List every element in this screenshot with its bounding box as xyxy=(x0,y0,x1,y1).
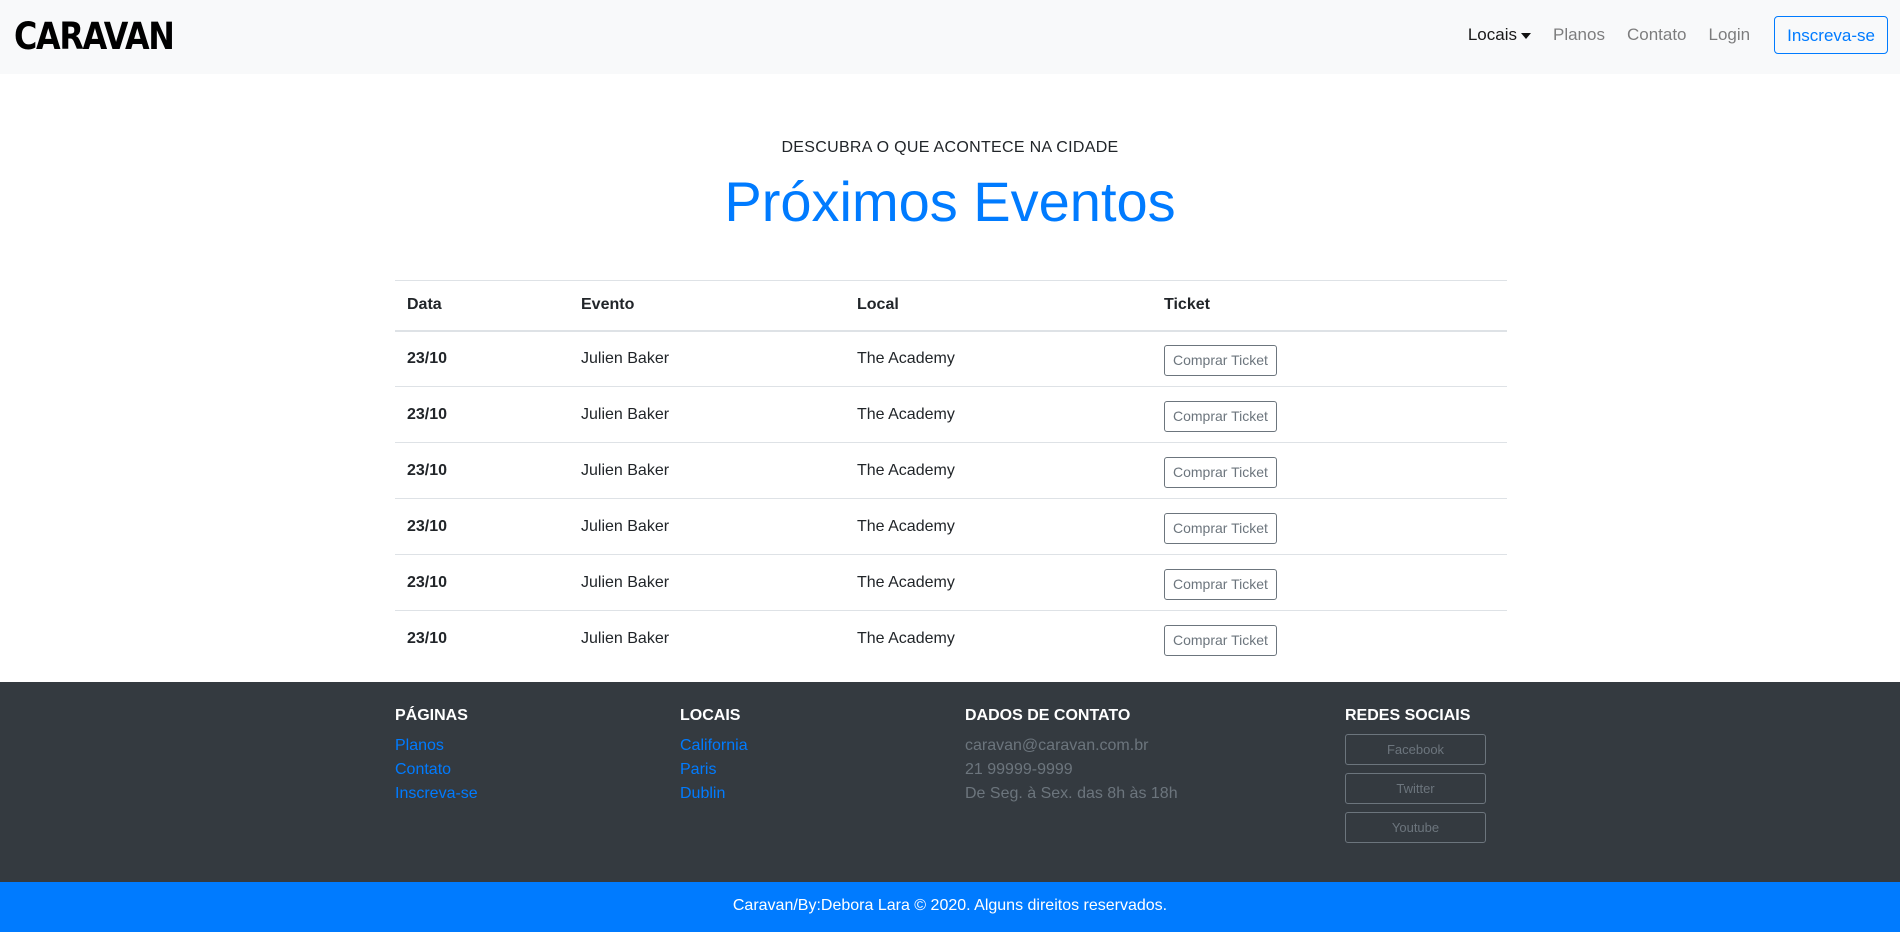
nav-login[interactable]: Login xyxy=(1709,25,1751,45)
brand-logo[interactable]: CARAVAN xyxy=(14,14,175,60)
event-ticket-cell: Comprar Ticket xyxy=(1152,386,1507,443)
header-ticket: Ticket xyxy=(1152,280,1507,332)
footer-link-paris[interactable]: Paris xyxy=(680,758,748,782)
event-ticket-cell: Comprar Ticket xyxy=(1152,611,1507,667)
footer-phone: 21 99999-9999 xyxy=(965,761,1073,778)
event-venue: The Academy xyxy=(845,330,1152,387)
event-venue: The Academy xyxy=(845,386,1152,443)
event-date: 23/10 xyxy=(395,442,569,499)
table-row: 23/10 Julien Baker The Academy Comprar T… xyxy=(395,498,1507,555)
buy-ticket-button[interactable]: Comprar Ticket xyxy=(1164,457,1277,488)
twitter-button[interactable]: Twitter xyxy=(1345,773,1486,804)
table-header: Data Evento Local Ticket xyxy=(395,280,1507,332)
table-header-row: Data Evento Local Ticket xyxy=(395,280,1507,332)
table-row: 23/10 Julien Baker The Academy Comprar T… xyxy=(395,386,1507,443)
event-name: Julien Baker xyxy=(569,386,845,443)
footer-locais-heading: LOCAIS xyxy=(680,707,741,724)
event-name: Julien Baker xyxy=(569,498,845,555)
nav-contato[interactable]: Contato xyxy=(1627,25,1687,45)
caret-down-icon xyxy=(1520,33,1531,39)
event-venue: The Academy xyxy=(845,442,1152,499)
header-data: Data xyxy=(395,280,569,332)
nav-locais-label: Locais xyxy=(1467,25,1517,44)
buy-ticket-button[interactable]: Comprar Ticket xyxy=(1164,401,1277,432)
hero-subtitle: DESCUBRA O QUE ACONTECE NA CIDADE xyxy=(781,139,1119,156)
event-date: 23/10 xyxy=(395,554,569,611)
footer-redes: REDES SOCIAIS Facebook Twitter Youtube xyxy=(1345,706,1486,851)
footer-email: caravan@caravan.com.br xyxy=(965,737,1149,754)
signup-button[interactable]: Inscreva-se xyxy=(1774,16,1888,54)
event-date: 23/10 xyxy=(395,498,569,555)
footer-link-inscreva-se[interactable]: Inscreva-se xyxy=(395,782,478,806)
footer-contato-heading: DADOS DE CONTATO xyxy=(965,707,1131,724)
event-name: Julien Baker xyxy=(569,442,845,499)
event-name: Julien Baker xyxy=(569,554,845,611)
buy-ticket-button[interactable]: Comprar Ticket xyxy=(1164,625,1277,657)
footer-link-contato[interactable]: Contato xyxy=(395,758,478,782)
header-local: Local xyxy=(845,280,1152,332)
facebook-button[interactable]: Facebook xyxy=(1345,734,1486,765)
event-venue: The Academy xyxy=(845,498,1152,555)
event-ticket-cell: Comprar Ticket xyxy=(1152,442,1507,499)
event-venue: The Academy xyxy=(845,554,1152,611)
table-row: 23/10 Julien Baker The Academy Comprar T… xyxy=(395,611,1507,667)
table-row: 23/10 Julien Baker The Academy Comprar T… xyxy=(395,442,1507,499)
events-table-container: Data Evento Local Ticket 23/10 Julien Ba… xyxy=(395,280,1507,667)
page-title: Próximos Eventos xyxy=(724,170,1176,233)
footer-paginas: PÁGINAS Planos Contato Inscreva-se xyxy=(395,706,478,806)
footer-link-california[interactable]: California xyxy=(680,734,748,758)
youtube-button[interactable]: Youtube xyxy=(1345,812,1486,843)
event-date: 23/10 xyxy=(407,629,448,647)
table-row: 23/10 Julien Baker The Academy Comprar T… xyxy=(395,554,1507,611)
footer: PÁGINAS Planos Contato Inscreva-se LOCAI… xyxy=(0,682,1900,882)
event-venue: The Academy xyxy=(857,629,955,647)
footer-paginas-heading: PÁGINAS xyxy=(395,707,468,724)
footer-redes-heading: REDES SOCIAIS xyxy=(1345,707,1471,724)
footer-contato: DADOS DE CONTATO caravan@caravan.com.br … xyxy=(965,706,1178,806)
header-evento: Evento xyxy=(569,280,845,332)
nav-locais-dropdown[interactable]: Locais xyxy=(1468,25,1531,45)
event-name: Julien Baker xyxy=(569,330,845,387)
buy-ticket-button[interactable]: Comprar Ticket xyxy=(1164,569,1277,600)
navbar: CARAVAN Locais Planos Contato Login Insc… xyxy=(0,0,1900,74)
event-date: 23/10 xyxy=(395,330,569,387)
nav-menu: Locais Planos Contato Login Inscreva-se xyxy=(1446,16,1888,54)
events-table: Data Evento Local Ticket 23/10 Julien Ba… xyxy=(395,280,1507,667)
footer-link-planos[interactable]: Planos xyxy=(395,734,478,758)
footer-link-dublin[interactable]: Dublin xyxy=(680,782,748,806)
nav-planos[interactable]: Planos xyxy=(1553,25,1605,45)
copyright-bar: Caravan/By:Debora Lara © 2020. Alguns di… xyxy=(0,882,1900,932)
table-row: 23/10 Julien Baker The Academy Comprar T… xyxy=(395,330,1507,387)
footer-hours: De Seg. à Sex. das 8h às 18h xyxy=(965,785,1178,802)
event-name: Julien Baker xyxy=(581,629,670,647)
event-ticket-cell: Comprar Ticket xyxy=(1152,498,1507,555)
buy-ticket-button[interactable]: Comprar Ticket xyxy=(1164,345,1277,377)
event-ticket-cell: Comprar Ticket xyxy=(1152,554,1507,611)
footer-locais: LOCAIS California Paris Dublin xyxy=(680,706,748,806)
table-body: 23/10 Julien Baker The Academy Comprar T… xyxy=(395,330,1507,667)
buy-ticket-button[interactable]: Comprar Ticket xyxy=(1164,513,1277,544)
event-ticket-cell: Comprar Ticket xyxy=(1152,330,1507,387)
event-date: 23/10 xyxy=(395,386,569,443)
